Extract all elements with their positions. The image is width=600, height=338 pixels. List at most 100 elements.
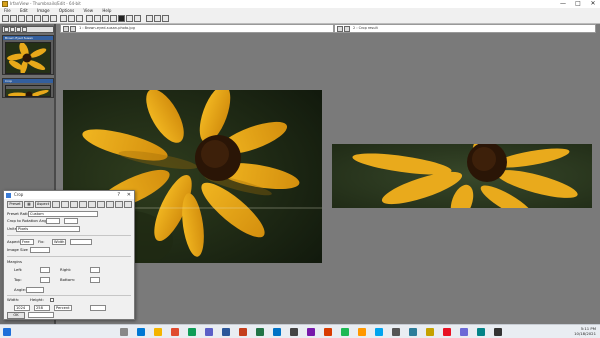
window-title: IrfanView - Thumbnails/Edit - 64-bit [10,1,81,6]
undo-icon[interactable] [42,15,49,22]
crop-dialog-close-icon[interactable]: ✕ [127,191,131,199]
copy-icon[interactable] [26,15,33,22]
bottom-field[interactable] [90,277,100,283]
flip-icon[interactable] [110,15,117,22]
redo-icon[interactable] [50,15,57,22]
thumb-card-1[interactable]: Brown Eyed Susan [2,35,54,75]
settings-icon[interactable] [146,15,153,22]
start-icon[interactable] [3,328,11,336]
open-icon[interactable] [2,15,9,22]
rotate-icon[interactable] [102,15,109,22]
excel-icon[interactable] [256,328,264,336]
tab-preset[interactable]: Preset [7,201,23,208]
crop-dialog-help-icon[interactable]: ? [117,191,120,199]
width-field[interactable]: 1024 [14,305,30,311]
print-icon[interactable] [18,15,25,22]
right-field[interactable] [90,267,100,273]
teams-icon[interactable] [205,328,213,336]
crop-tool-icon[interactable]: ▦ [24,201,34,208]
zoom-icon[interactable] [76,15,83,22]
app-icon-14[interactable] [409,328,417,336]
units-select[interactable]: Pixels [16,226,80,232]
search-icon[interactable] [120,328,128,336]
effects-icon[interactable] [134,15,141,22]
irfanview-taskbar-icon[interactable] [494,328,502,336]
minimize-button[interactable]: — [556,0,570,8]
size-value-field[interactable] [90,305,106,311]
crop-tool-icon-5[interactable] [79,201,87,208]
save-icon[interactable] [10,15,17,22]
panel-icon-1[interactable] [4,27,9,32]
thumb-image-2 [5,85,51,97]
fix-extra[interactable] [70,239,92,245]
crop-tool-icon-7[interactable] [97,201,105,208]
window-icon-2[interactable] [70,26,76,32]
cropped-photo[interactable] [332,144,592,208]
edge-icon[interactable] [137,328,145,336]
app-icon-11[interactable] [358,328,366,336]
music-icon[interactable] [341,328,349,336]
info-icon[interactable] [154,15,161,22]
media-icon[interactable] [324,328,332,336]
crop-tool-icon-3[interactable] [61,201,69,208]
new-icon[interactable] [60,15,67,22]
app-icon-18[interactable] [477,328,485,336]
mode-select[interactable] [28,312,54,318]
top-field[interactable] [40,277,50,283]
onenote-icon[interactable] [307,328,315,336]
paste-icon[interactable] [34,15,41,22]
app-icon-13[interactable] [392,328,400,336]
rotate-field-2[interactable] [64,218,78,224]
app-icon-12[interactable] [375,328,383,336]
ok-button[interactable]: OK [7,312,25,319]
crop-tool-icon-8[interactable] [106,201,114,208]
maximize-button[interactable]: □ [571,0,585,8]
crop-dialog-title: Crop [14,192,24,197]
frame-icon[interactable] [94,15,101,22]
sheets-icon[interactable] [188,328,196,336]
panel-icon-2[interactable] [10,27,15,32]
slideshow-icon[interactable] [162,15,169,22]
height-field[interactable]: 258 [34,305,50,311]
top-label: Top: [14,277,22,282]
rotate-field-1[interactable] [46,218,60,224]
crop-tool-icon-2[interactable] [52,201,60,208]
app-icon-17[interactable] [460,328,468,336]
crop-icon[interactable] [118,15,125,22]
office-icon[interactable] [171,328,179,336]
window-icon-1[interactable] [63,26,69,32]
crop-tool-icon-6[interactable] [88,201,96,208]
preset-select[interactable]: Custom [28,211,98,217]
tab-aspect[interactable]: Aspect [35,201,51,208]
panel-icon-3[interactable] [16,27,21,32]
doc-icon[interactable] [68,15,75,22]
height-label: Height: [30,297,44,302]
folder-icon[interactable] [154,328,162,336]
angle-field[interactable] [26,287,44,293]
panel-icon-4[interactable] [22,27,27,32]
app-icon [2,1,8,7]
window-icon-3[interactable] [337,26,343,32]
percent-field[interactable]: Percent [54,305,72,311]
thumb-card-2[interactable]: Crop [2,78,54,98]
percent-checkbox[interactable] [50,298,54,302]
outlook-icon[interactable] [273,328,281,336]
word-icon[interactable] [222,328,230,336]
terminal-icon[interactable] [290,328,298,336]
crop-tool-icon-10[interactable] [124,201,132,208]
crop-tool-icon-9[interactable] [115,201,123,208]
aspect-select[interactable]: Free [20,239,34,245]
resize-icon[interactable] [126,15,133,22]
left-field[interactable] [40,267,50,273]
app-icon-16[interactable] [443,328,451,336]
system-clock[interactable]: 5:11 PM 10/18/2021 [574,326,596,336]
crop-tool-icon-4[interactable] [70,201,78,208]
fix-select[interactable]: Width [52,239,66,245]
window-icon-4[interactable] [344,26,350,32]
grid-icon[interactable] [86,15,93,22]
image-size-field[interactable] [30,247,50,253]
close-button[interactable]: ✕ [586,0,600,8]
powerpoint-icon[interactable] [239,328,247,336]
app-icon-15[interactable] [426,328,434,336]
image-header-text-2: 2 : Crop result [353,26,378,30]
